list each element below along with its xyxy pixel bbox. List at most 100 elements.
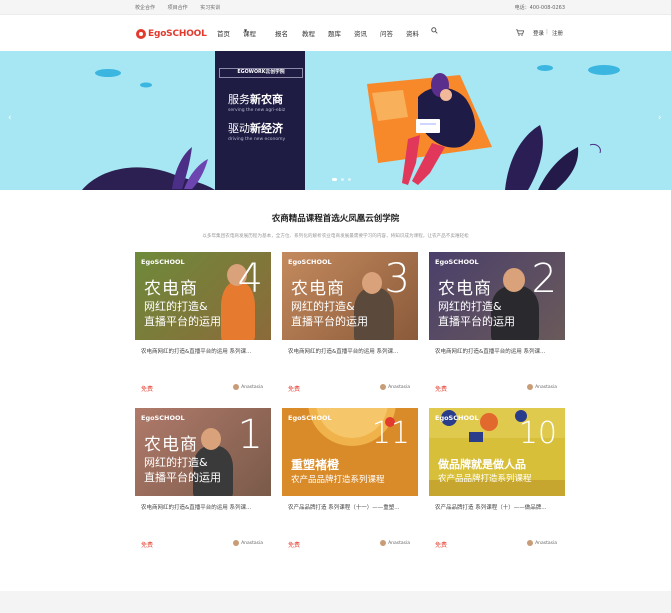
course-title[interactable]: 农产品品牌打造 系列课程（十一）——重塑... [288, 503, 412, 511]
course-price: 免费 [288, 386, 301, 393]
banner-headline-2: 驱动新经济 [228, 120, 283, 136]
course-card[interactable]: EgoSCHOOL 重塑褚橙 农产品品牌打造系列课程 11 农产品品牌打造 系列… [282, 408, 418, 562]
course-thumbnail[interactable]: EgoSCHOOL 农电商 网红的打造& 直播平台的运用 3 [282, 252, 418, 340]
nav-qa[interactable]: 问答 [380, 28, 393, 38]
nav-tutorials[interactable]: 教程 [302, 28, 315, 38]
course-price: 免费 [141, 386, 154, 393]
course-price: 免费 [435, 542, 448, 549]
banner-dot[interactable] [332, 178, 337, 181]
author-name: Anastasia [535, 384, 557, 390]
phone-number: 电话：400-008-0263 [514, 5, 565, 11]
nav-home[interactable]: 首页 [217, 28, 230, 38]
chevron-down-icon: ▼ [244, 28, 248, 33]
author-name: Anastasia [241, 384, 263, 390]
course-author: Anastasia [527, 540, 557, 546]
course-author: Anastasia [233, 540, 263, 546]
avatar [233, 384, 240, 390]
banner-headline-1: 服务新农商 [228, 91, 283, 107]
avatar [527, 384, 534, 390]
presenter-head [503, 268, 525, 292]
card-episode-number: 2 [531, 256, 557, 302]
banner-headline-1-a: 服务 [228, 93, 250, 106]
search-icon[interactable] [431, 27, 438, 36]
card-brand: EgoSCHOOL [435, 414, 479, 422]
course-price: 免费 [141, 542, 154, 549]
logo[interactable]: EgoSCHOOL [136, 27, 207, 40]
course-card[interactable]: EgoSCHOOL 农电商 网红的打造& 直播平台的运用 1 农电商网红的打造&… [135, 408, 271, 562]
course-card[interactable]: EgoSCHOOL 农电商 网红的打造& 直播平台的运用 4 农电商网红的打造&… [135, 252, 271, 406]
author-name: Anastasia [388, 384, 410, 390]
banner-prev-arrow[interactable]: ‹ [8, 113, 12, 123]
course-title[interactable]: 农电商网红的打造&直播平台的运用 系列课... [141, 347, 265, 355]
card-sub-title-1: 网红的打造& [291, 300, 355, 313]
course-card[interactable]: EgoSCHOOL 做品牌就是做人品 农产品品牌打造系列课程 10 农产品品牌打… [429, 408, 565, 562]
course-thumbnail[interactable]: EgoSCHOOL 农电商 网红的打造& 直播平台的运用 2 [429, 252, 565, 340]
banner-dot[interactable] [348, 178, 351, 181]
card-big-title: 农电商 [144, 435, 198, 455]
section-title: 农商精品课程首选火凤凰云创学院 [271, 214, 400, 224]
card-big-title: 重塑褚橙 [291, 458, 340, 472]
top-links: 校企合作 项目合作 实习实训 [135, 4, 231, 11]
card-sub-title-2: 直播平台的运用 [291, 315, 368, 328]
avatar [380, 540, 387, 546]
course-author: Anastasia [380, 384, 410, 390]
nav-question-bank[interactable]: 题库 [328, 28, 341, 38]
cart-icon[interactable] [516, 29, 525, 38]
course-author: Anastasia [527, 384, 557, 390]
course-price: 免费 [288, 542, 301, 549]
card-big-title: 农电商 [291, 279, 345, 299]
card-episode-number: 3 [384, 256, 410, 302]
banner-dots [332, 178, 351, 181]
course-price: 免费 [435, 386, 448, 393]
course-title[interactable]: 农电商网红的打造&直播平台的运用 系列课... [141, 503, 265, 511]
card-brand: EgoSCHOOL [141, 258, 185, 266]
nav-news[interactable]: 资讯 [354, 28, 367, 38]
card-episode-number: 1 [237, 412, 263, 458]
card-sub-title-2: 直播平台的运用 [438, 315, 515, 328]
course-author: Anastasia [380, 540, 410, 546]
logo-icon [136, 28, 146, 39]
card-sub-title-2: 直播平台的运用 [144, 471, 221, 484]
register-link[interactable]: 注册 [552, 29, 563, 37]
top-link-internship[interactable]: 实习实训 [200, 5, 220, 11]
top-link-school[interactable]: 校企合作 [135, 5, 155, 11]
course-title[interactable]: 农电商网红的打造&直播平台的运用 系列课... [435, 347, 559, 355]
presenter-head [362, 272, 382, 294]
course-card[interactable]: EgoSCHOOL 农电商 网红的打造& 直播平台的运用 3 农电商网红的打造&… [282, 252, 418, 406]
card-episode-number: 4 [237, 256, 263, 302]
banner-illustration [82, 65, 620, 190]
author-name: Anastasia [535, 540, 557, 546]
course-thumbnail[interactable]: EgoSCHOOL 重塑褚橙 农产品品牌打造系列课程 11 [282, 408, 418, 496]
banner-headline-1-b: 新农商 [250, 93, 283, 106]
logo-text: EgoSCHOOL [148, 28, 207, 39]
course-thumbnail[interactable]: EgoSCHOOL 农电商 网红的打造& 直播平台的运用 1 [135, 408, 271, 496]
banner-next-arrow[interactable]: › [658, 113, 662, 123]
card-sub-title-1: 网红的打造& [144, 456, 208, 469]
course-thumbnail[interactable]: EgoSCHOOL 做品牌就是做人品 农产品品牌打造系列课程 10 [429, 408, 565, 496]
card-sub-title-2: 直播平台的运用 [144, 315, 221, 328]
card-episode-number: 10 [518, 416, 557, 451]
top-bar: 校企合作 项目合作 实习实训 电话：400-008-0263 [0, 0, 671, 15]
header: EgoSCHOOL 首页 课程 ▼ 报名 教程 题库 资讯 问答 资料 登录 | … [0, 15, 671, 51]
banner-dot[interactable] [341, 178, 344, 181]
divider: | [546, 29, 548, 35]
hero-banner[interactable]: EGOWORK云创学院 服务新农商 serving the new agri-e… [0, 51, 671, 190]
nav-materials[interactable]: 资料 [406, 28, 419, 38]
card-brand: EgoSCHOOL [141, 414, 185, 422]
avatar [527, 540, 534, 546]
avatar [380, 384, 387, 390]
card-brand: EgoSCHOOL [288, 414, 332, 422]
banner-subline-2: driving the new economy [228, 137, 286, 142]
course-title[interactable]: 农产品品牌打造 系列课程（十）——做品牌... [435, 503, 559, 511]
login-link[interactable]: 登录 [533, 29, 544, 37]
course-thumbnail[interactable]: EgoSCHOOL 农电商 网红的打造& 直播平台的运用 4 [135, 252, 271, 340]
card-sub-title-1: 农产品品牌打造系列课程 [438, 474, 532, 484]
card-sub-title-1: 网红的打造& [438, 300, 502, 313]
banner-tag: EGOWORK云创学院 [219, 68, 303, 78]
banner-headline-2-a: 驱动 [228, 122, 250, 135]
banner-headline-2-b: 新经济 [250, 122, 283, 135]
course-card[interactable]: EgoSCHOOL 农电商 网红的打造& 直播平台的运用 2 农电商网红的打造&… [429, 252, 565, 406]
course-title[interactable]: 农电商网红的打造&直播平台的运用 系列课... [288, 347, 412, 355]
nav-signup[interactable]: 报名 [275, 28, 288, 38]
top-link-project[interactable]: 项目合作 [168, 5, 188, 11]
